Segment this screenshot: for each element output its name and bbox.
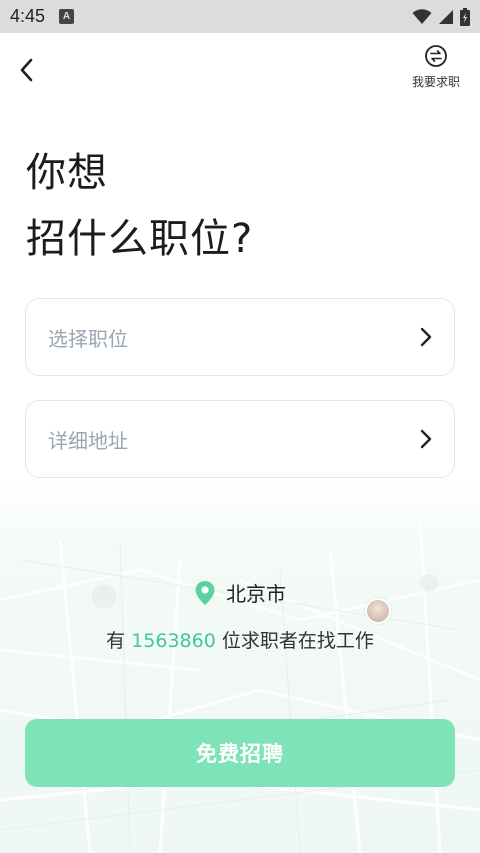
chevron-left-icon — [20, 58, 33, 82]
address-field[interactable]: 详细地址 — [25, 400, 455, 478]
city-row: 北京市 — [0, 578, 480, 607]
free-recruit-button[interactable]: 免费招聘 — [25, 719, 455, 787]
back-button[interactable] — [12, 55, 40, 85]
map-background — [0, 480, 480, 853]
switch-arrows-icon — [425, 45, 447, 67]
select-position-placeholder: 选择职位 — [48, 326, 128, 351]
battery-icon — [460, 7, 470, 26]
select-position-field[interactable]: 选择职位 — [25, 298, 455, 376]
switch-label: 我要求职 — [411, 75, 460, 89]
cell-signal-icon — [439, 9, 453, 24]
count-suffix: 位求职者在找工作 — [215, 630, 374, 652]
address-placeholder: 详细地址 — [48, 428, 128, 453]
count-prefix: 有 — [106, 630, 132, 652]
status-time: 4:45 — [10, 6, 46, 26]
free-recruit-label: 免费招聘 — [196, 742, 284, 766]
status-icons — [412, 7, 470, 26]
switch-to-job-seeker-button[interactable]: 我要求职 — [406, 44, 466, 94]
chevron-right-icon — [420, 327, 432, 347]
city-name: 北京市 — [226, 582, 286, 606]
page-title-line-2: 招什么职位? — [26, 216, 254, 262]
map-streets — [0, 519, 480, 853]
a-notification-icon: A — [59, 9, 75, 24]
page-title-line-1: 你想 — [26, 150, 108, 196]
wifi-icon — [412, 8, 432, 24]
count-number: 1563860 — [131, 630, 216, 652]
status-bar: 4:45 A — [0, 0, 480, 33]
location-pin-icon — [195, 580, 215, 605]
job-seeker-count: 有 1563860 位求职者在找工作 — [0, 626, 480, 653]
chevron-right-icon — [420, 429, 432, 449]
